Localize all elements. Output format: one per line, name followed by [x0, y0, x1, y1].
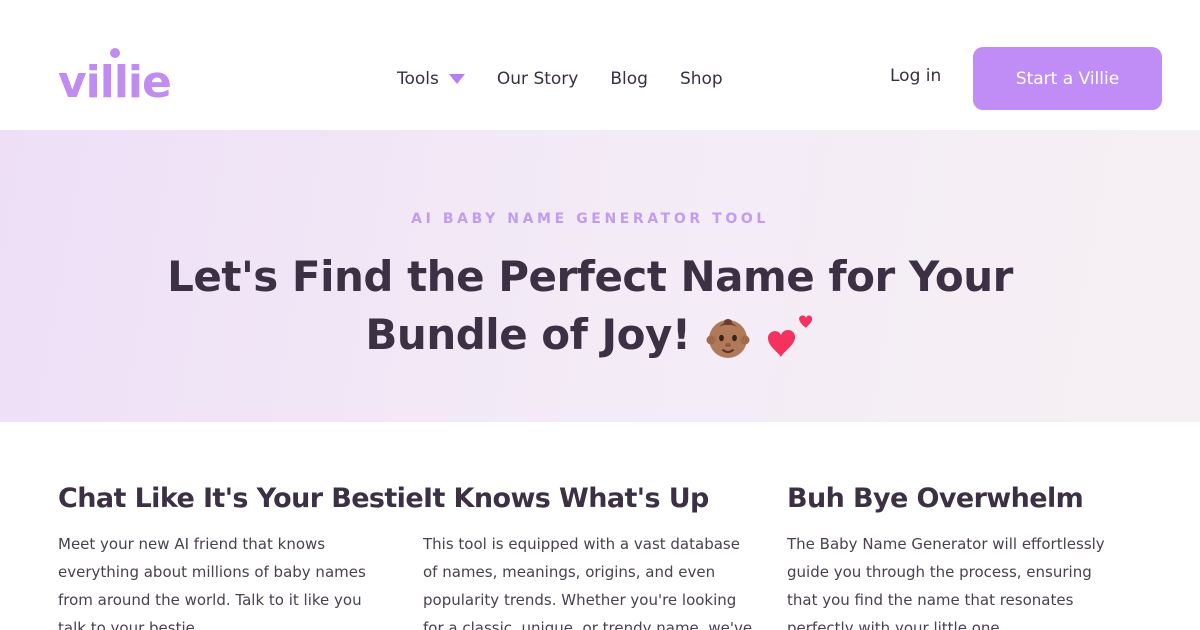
- hero-eyebrow: AI BABY NAME GENERATOR TOOL: [411, 211, 769, 227]
- two-hearts-icon: [765, 313, 815, 363]
- hero-section: AI BABY NAME GENERATOR TOOL Let's Find t…: [0, 130, 1200, 422]
- chevron-down-icon: [448, 74, 465, 84]
- feature-body: This tool is equipped with a vast databa…: [423, 535, 753, 630]
- feature-title: It Knows What's Up: [423, 483, 709, 514]
- nav-item-our-story-label: Our Story: [496, 69, 579, 89]
- nav-item-shop[interactable]: Shop: [680, 69, 723, 89]
- feature-title: Chat Like It's Your Bestie: [58, 483, 424, 514]
- baby-face-icon: [705, 315, 751, 361]
- hero-title-line2: Bundle of Joy!: [365, 310, 691, 359]
- logo-wordmark: villie: [58, 57, 172, 108]
- hero-title: Let's Find the Perfect Name for Your Bun…: [150, 248, 1030, 364]
- features-section: Chat Like It's Your Bestie Meet your new…: [0, 422, 1200, 630]
- login-link[interactable]: Log in: [890, 66, 941, 86]
- nav-item-blog-label: Blog: [610, 69, 648, 89]
- main-nav: Tools Our Story Blog Shop: [397, 66, 723, 92]
- nav-item-blog[interactable]: Blog: [610, 69, 648, 89]
- nav-item-tools-label: Tools: [397, 69, 439, 89]
- start-a-villie-button[interactable]: Start a Villie: [973, 47, 1162, 110]
- feature-card-overwhelm: Buh Bye Overwhelm The Baby Name Generato…: [787, 482, 1127, 630]
- feature-card-knows: It Knows What's Up This tool is equipped…: [423, 482, 763, 630]
- villie-logo[interactable]: villie: [58, 48, 178, 112]
- feature-card-chat: Chat Like It's Your Bestie Meet your new…: [58, 482, 424, 630]
- nav-item-shop-label: Shop: [679, 69, 723, 89]
- hero-title-line1: Let's Find the Perfect Name for Your: [167, 252, 1013, 301]
- nav-item-tools[interactable]: Tools: [397, 69, 465, 89]
- feature-body: The Baby Name Generator will effortlessl…: [787, 535, 1105, 630]
- feature-title: Buh Bye Overwhelm: [787, 483, 1084, 514]
- feature-body: Meet your new AI friend that knows every…: [58, 535, 366, 630]
- nav-item-our-story[interactable]: Our Story: [497, 69, 578, 89]
- site-header: villie Tools Our Story Blog Shop Log in …: [0, 0, 1200, 130]
